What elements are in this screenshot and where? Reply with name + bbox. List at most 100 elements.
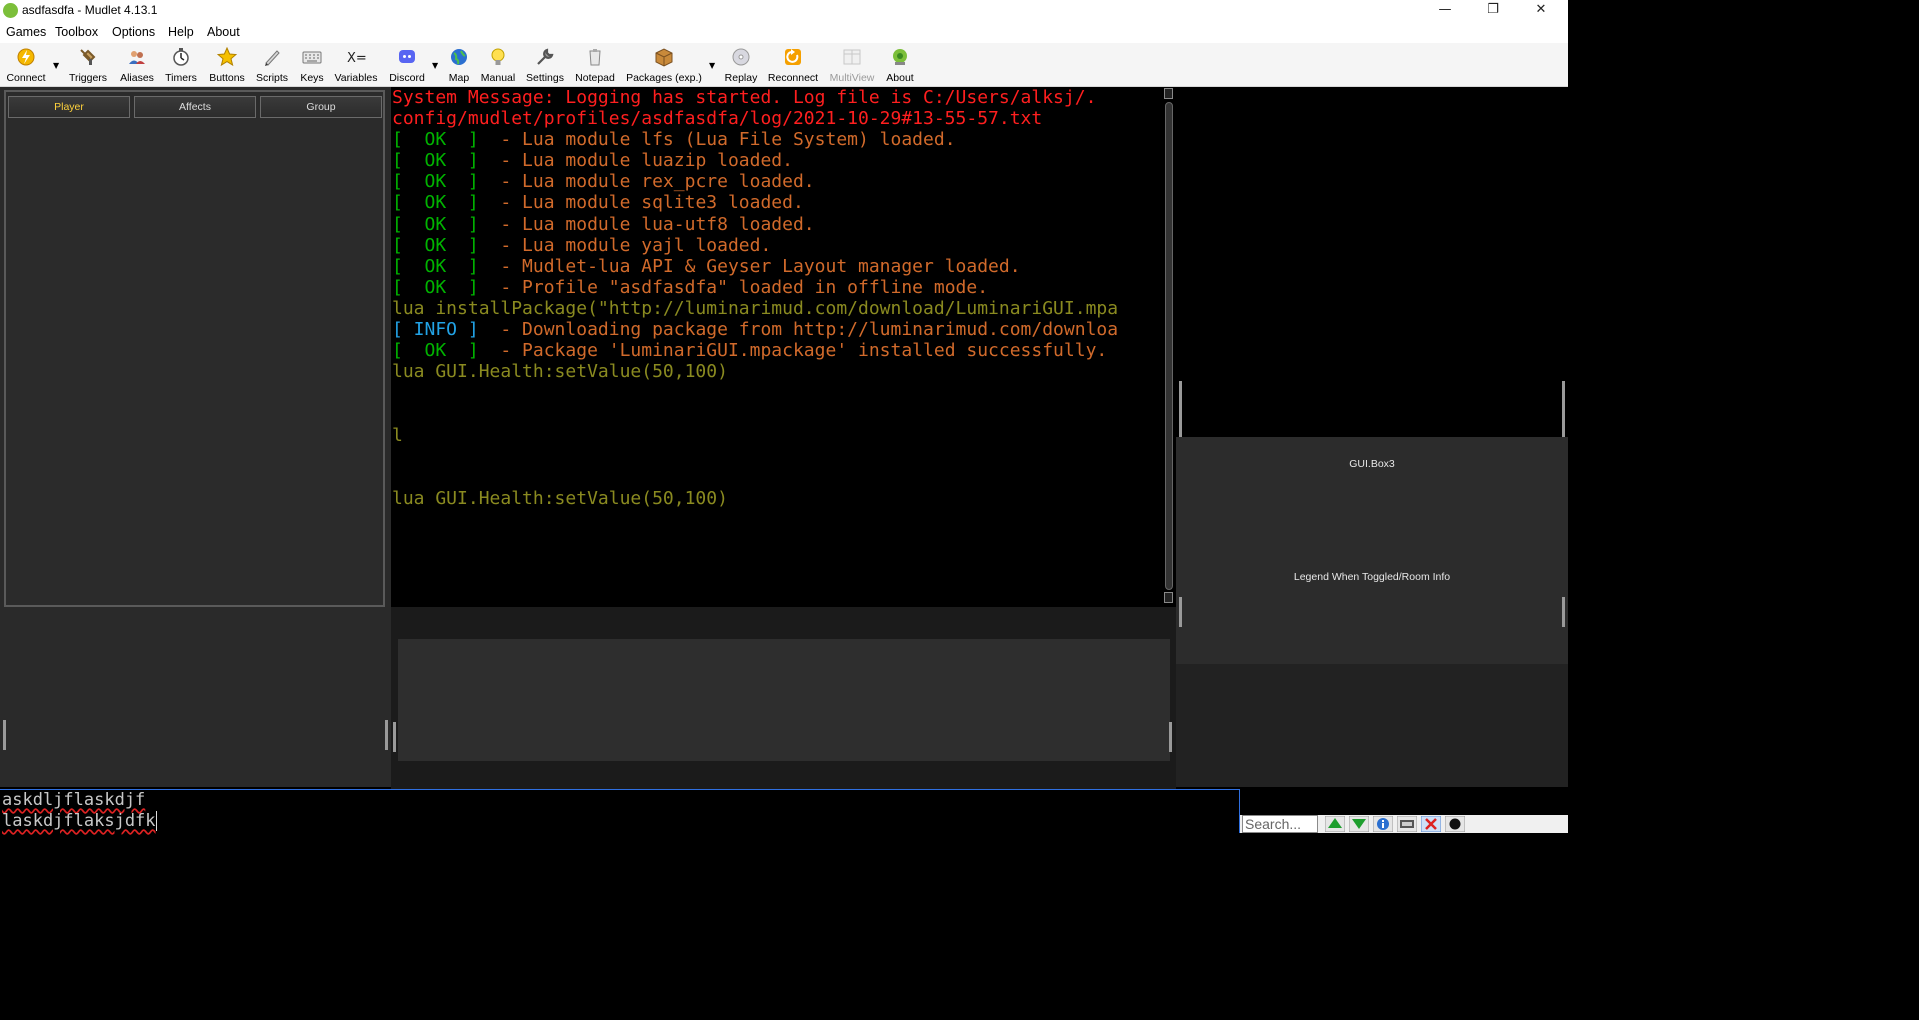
variables-button[interactable]: X= Variables	[332, 45, 380, 85]
right-resize-handle-top-right[interactable]	[1562, 381, 1565, 437]
log-icon[interactable]	[1421, 816, 1441, 832]
variables-icon: X=	[347, 51, 366, 66]
aliases-button[interactable]: Aliases	[115, 45, 159, 85]
console-line: [ OK ] - Lua module rex_pcre loaded.	[391, 171, 1163, 192]
wrench-icon	[537, 48, 554, 65]
right-bottom-box	[1176, 664, 1568, 787]
scroll-down-arrow[interactable]	[1164, 592, 1173, 603]
main-console[interactable]: System Message: Logging has started. Log…	[391, 87, 1163, 607]
command-line-1: askdljflaskdjf	[2, 790, 146, 810]
about-button[interactable]: About	[882, 45, 918, 85]
left-gui-panel: Player Affects Group	[0, 87, 391, 787]
restore-button[interactable]: ❐	[1470, 0, 1516, 22]
console-line: [ OK ] - Lua module lua-utf8 loaded.	[391, 214, 1163, 235]
scroll-down-icon[interactable]	[1349, 816, 1369, 832]
command-line-input[interactable]: askdljflaskdjf laskdjflaksjdfk​	[0, 789, 1240, 833]
main-toolbar: Connect ▼ Triggers Aliases Timers Button…	[0, 43, 1568, 87]
menu-about[interactable]: About	[207, 25, 240, 39]
console-line: [ OK ] - Lua module lfs (Lua File System…	[391, 129, 1163, 150]
close-button[interactable]: ✕	[1518, 0, 1564, 22]
right-resize-handle-top[interactable]	[1179, 381, 1182, 437]
console-scrollbar[interactable]	[1163, 87, 1176, 607]
timestamp-icon[interactable]	[1397, 816, 1417, 832]
window-title: asdfasdfa - Mudlet 4.13.1	[22, 3, 158, 17]
box3-resize-handle-right[interactable]	[1562, 597, 1565, 627]
console-segment: - Downloading package from http://lumina…	[478, 319, 1119, 341]
menu-options[interactable]: Options	[112, 25, 155, 39]
console-line: [ INFO ] - Downloading package from http…	[391, 319, 1163, 340]
console-segment: - Mudlet-lua API & Geyser Layout manager…	[478, 255, 1021, 277]
connect-icon	[17, 48, 35, 66]
bottom-gui-area	[391, 607, 1176, 789]
tab-affects[interactable]: Affects	[134, 96, 256, 118]
settings-button[interactable]: Settings	[522, 45, 568, 85]
console-segment: config/mudlet/profiles/asdfasdfa/log/202…	[392, 108, 1043, 130]
scroll-up-icon[interactable]	[1325, 816, 1345, 832]
notepad-button[interactable]: Notepad	[572, 45, 618, 85]
multiview-button[interactable]: MultiView	[826, 45, 878, 85]
console-segment: [ OK ]	[392, 192, 479, 214]
box3-label: GUI.Box3	[1349, 458, 1395, 470]
scroll-thumb[interactable]	[1165, 102, 1173, 590]
console-line: [ OK ] - Profile "asdfasdfa" loaded in o…	[391, 277, 1163, 298]
tab-group[interactable]: Group	[260, 96, 382, 118]
globe-icon	[451, 49, 467, 65]
console-segment: [ OK ]	[392, 276, 479, 298]
minimize-button[interactable]: —	[1422, 0, 1468, 22]
packages-dropdown-arrow[interactable]: ▼	[709, 61, 715, 70]
console-segment: System Message: Logging has started. Log…	[392, 87, 1097, 108]
mudlet-app-icon	[3, 3, 18, 18]
console-segment: [ OK ]	[392, 150, 479, 172]
search-strip: Search...	[1240, 815, 1568, 833]
tab-player[interactable]: Player	[8, 96, 130, 118]
bottom-resize-handle-left[interactable]	[393, 722, 396, 752]
console-segment: [ OK ]	[392, 171, 479, 193]
discord-button[interactable]: Discord	[386, 45, 428, 85]
console-segment: lua installPackage("http://luminarimud.c…	[392, 297, 1119, 319]
star-icon	[217, 47, 237, 67]
discord-icon	[399, 50, 415, 63]
keys-button[interactable]: Keys	[296, 45, 328, 85]
console-segment: lua GUI.Health:setValue(50,100)	[392, 487, 728, 509]
console-segment: - Profile "asdfasdfa" loaded in offline …	[478, 276, 989, 298]
console-segment: - Lua module lfs (Lua File System) loade…	[478, 129, 956, 151]
scroll-up-arrow[interactable]	[1164, 88, 1173, 99]
gui-box3: GUI.Box3 Legend When Toggled/Room Info	[1176, 437, 1568, 664]
bottom-resize-handle-right[interactable]	[1169, 722, 1172, 752]
console-line: l	[391, 425, 1163, 446]
title-bar: asdfasdfa - Mudlet 4.13.1 — ❐ ✕	[0, 0, 1568, 22]
connect-button[interactable]: Connect	[4, 45, 48, 85]
left-resize-handle[interactable]	[3, 720, 6, 750]
timers-button[interactable]: Timers	[160, 45, 202, 85]
info-icon[interactable]	[1373, 816, 1393, 832]
record-icon[interactable]	[1445, 816, 1465, 832]
reconnect-button[interactable]: Reconnect	[766, 45, 820, 85]
menu-toolbox[interactable]: Toolbox	[55, 25, 98, 39]
triggers-icon	[80, 49, 96, 65]
replay-button[interactable]: Replay	[722, 45, 760, 85]
left-tabs: Player Affects Group	[8, 96, 384, 118]
left-resize-handle-right[interactable]	[385, 720, 388, 750]
menu-games[interactable]: Games	[6, 25, 46, 39]
console-line: [ OK ] - Lua module luazip loaded.	[391, 150, 1163, 171]
console-segment: - Lua module yajl loaded.	[478, 234, 772, 256]
packages-button[interactable]: Packages (exp.)	[624, 45, 704, 85]
console-segment: [ OK ]	[392, 255, 479, 277]
manual-button[interactable]: Manual	[478, 45, 518, 85]
menu-help[interactable]: Help	[168, 25, 194, 39]
search-input[interactable]: Search...	[1242, 815, 1318, 833]
triggers-button[interactable]: Triggers	[66, 45, 110, 85]
discord-dropdown-arrow[interactable]: ▼	[432, 61, 438, 70]
console-segment: lua GUI.Health:setValue(50,100)	[392, 361, 728, 383]
scripts-button[interactable]: Scripts	[252, 45, 292, 85]
connect-dropdown-arrow[interactable]: ▼	[53, 61, 59, 70]
buttons-button[interactable]: Buttons	[206, 45, 248, 85]
console-line: [ OK ] - Mudlet-lua API & Geyser Layout …	[391, 256, 1163, 277]
box3-resize-handle-left[interactable]	[1179, 597, 1182, 627]
scripts-icon	[265, 50, 280, 66]
console-segment: - Lua module rex_pcre loaded.	[478, 171, 815, 193]
map-button[interactable]: Map	[444, 45, 474, 85]
